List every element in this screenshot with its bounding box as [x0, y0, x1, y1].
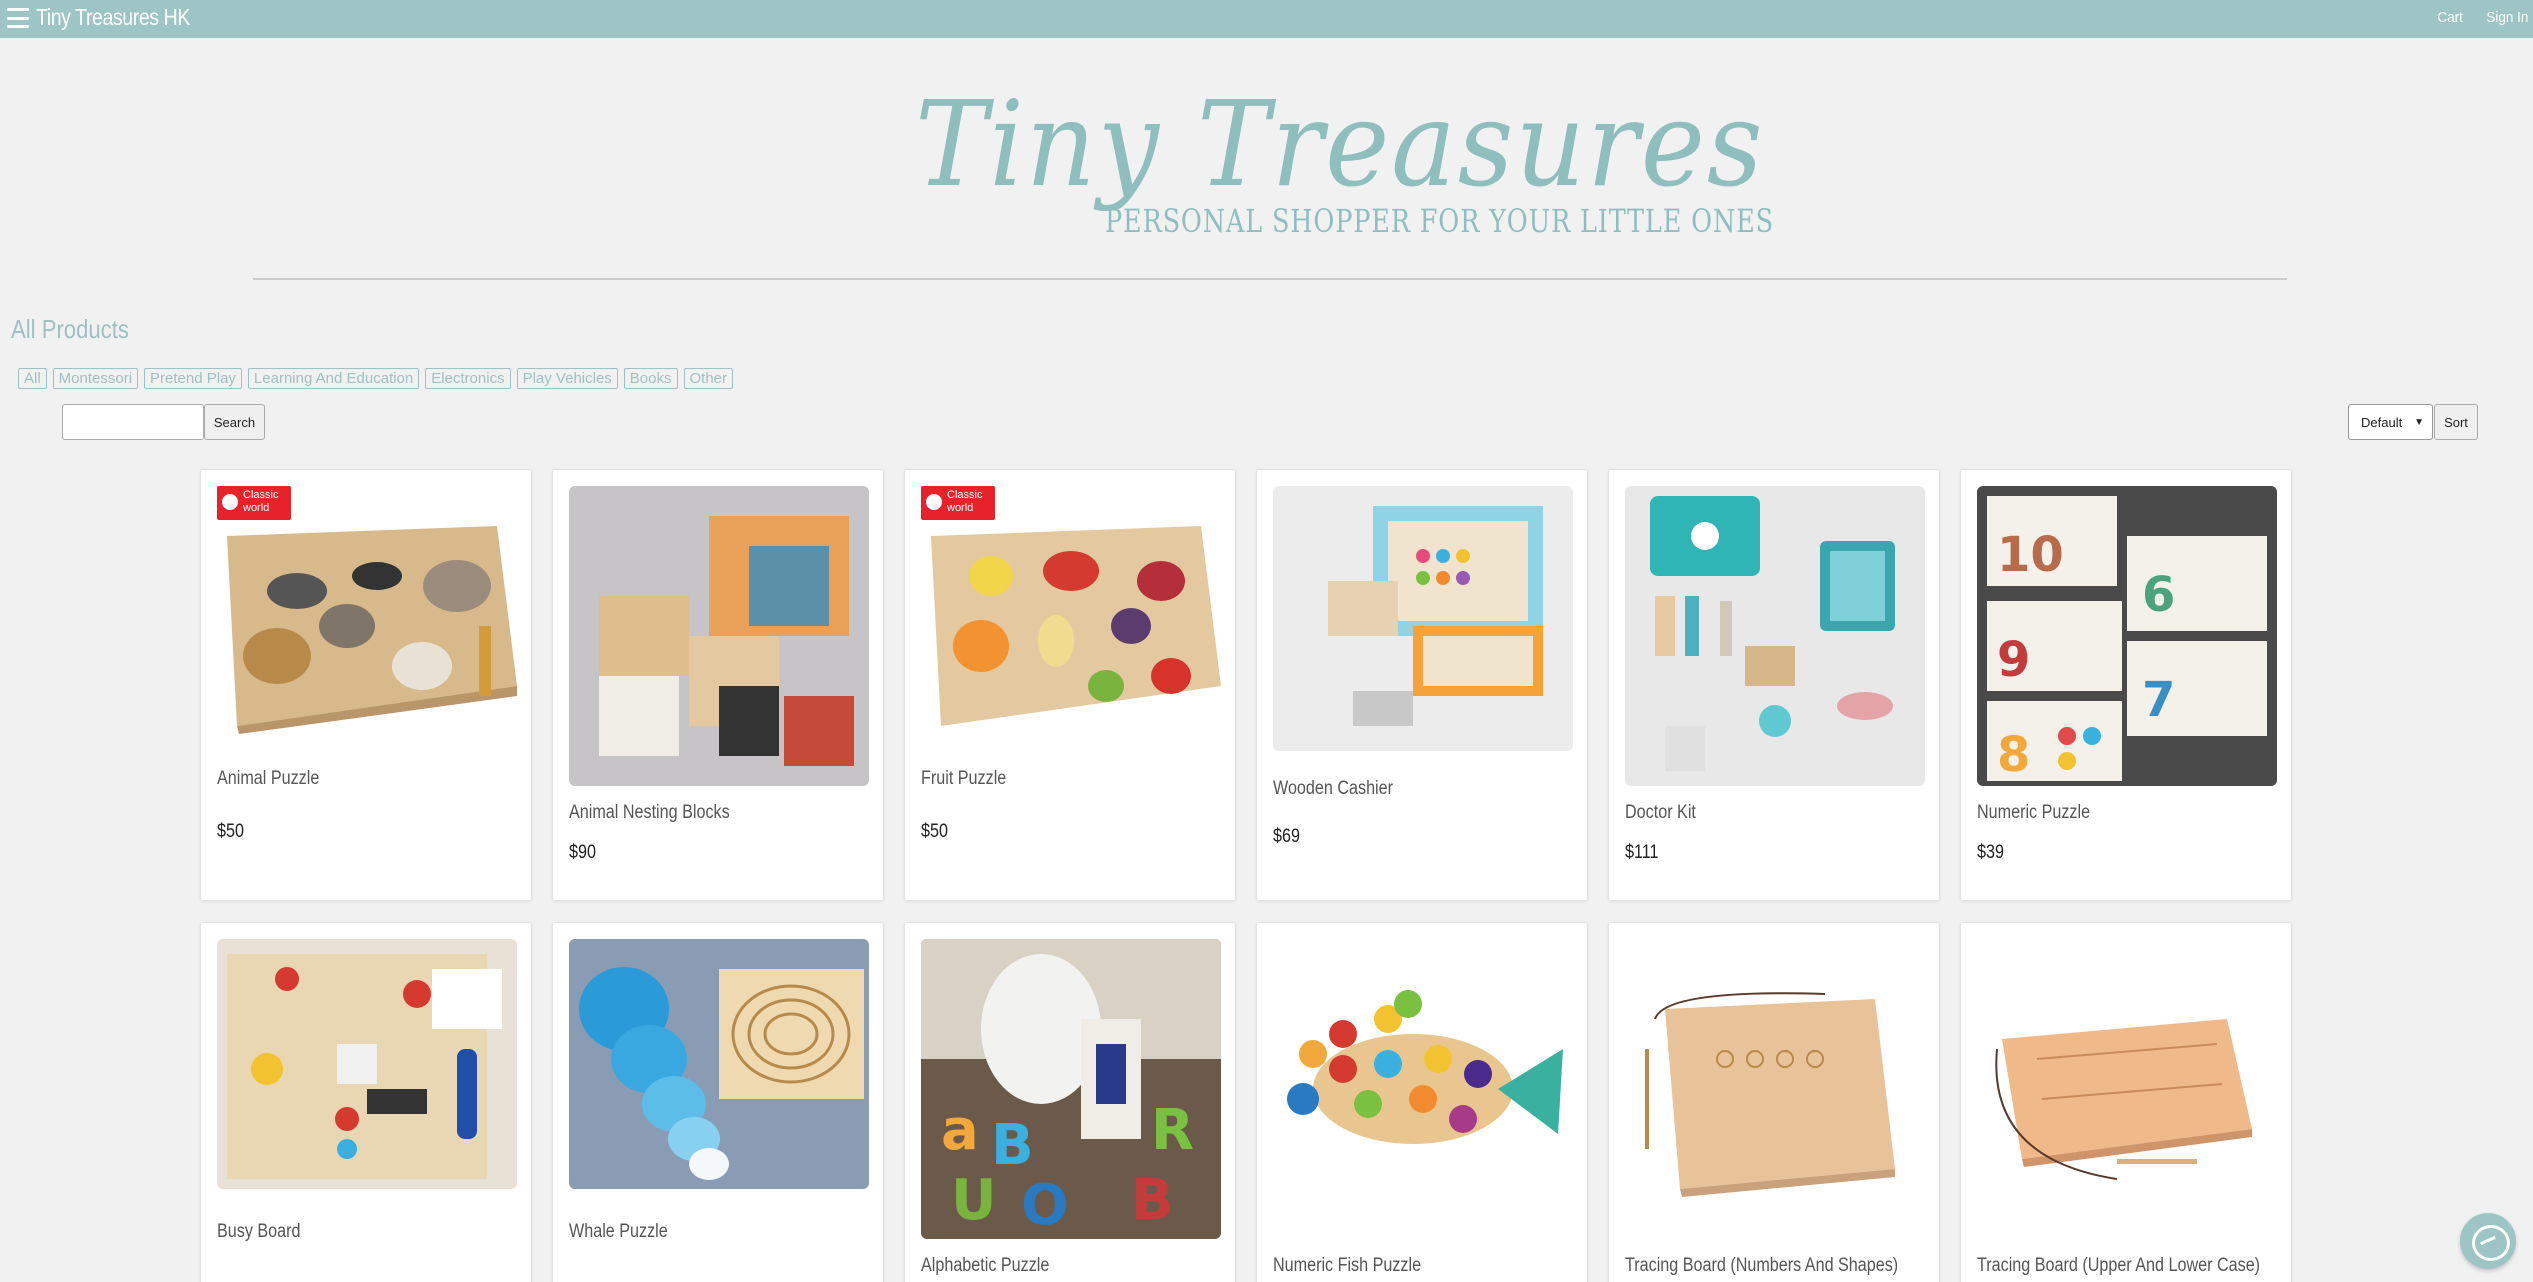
doctor-kit-image — [1625, 486, 1925, 786]
product-card[interactable]: Classic world Animal Puzzle $50 — [200, 469, 532, 901]
product-card[interactable]: Whale Puzzle — [552, 922, 884, 1282]
hero-divider — [253, 278, 2287, 280]
hero-banner: Tiny Treasures Personal Shopper For Your… — [0, 60, 2533, 260]
whale-puzzle-image — [569, 939, 869, 1189]
wooden-cashier-image — [1273, 486, 1573, 751]
animal-puzzle-image — [217, 486, 517, 736]
product-card[interactable]: 10 6 9 7 8 Numeric Puzzle $39 — [1960, 469, 2292, 901]
product-card[interactable]: Animal Nesting Blocks $90 — [552, 469, 884, 901]
brand-badge: Classic world — [217, 486, 291, 520]
product-name: Tracing Board (Upper And Lower Case) — [1977, 1255, 2261, 1276]
sort-selected-value: Default — [2361, 414, 2403, 430]
product-card[interactable]: Busy Board — [200, 922, 532, 1282]
hero-tagline: Personal Shopper For Your Little Ones — [1105, 202, 1774, 240]
filter-electronics[interactable]: Electronics — [425, 368, 511, 389]
svg-text:9: 9 — [1997, 632, 2030, 688]
sort-select[interactable]: Default ▼ — [2348, 404, 2433, 440]
sign-in-link[interactable]: Sign In — [2487, 9, 2529, 26]
chevron-down-icon: ▼ — [2414, 417, 2424, 428]
messenger-chat-icon[interactable] — [2460, 1213, 2516, 1269]
product-card[interactable]: Numeric Fish Puzzle — [1256, 922, 1588, 1282]
sort-button[interactable]: Sort — [2434, 404, 2478, 440]
filter-play-vehicles[interactable]: Play Vehicles — [516, 368, 618, 389]
product-card[interactable]: Doctor Kit $111 — [1608, 469, 1940, 901]
top-navbar: Tiny Treasures HK Cart Sign In — [0, 0, 2533, 38]
tracing-board-numbers-image — [1625, 939, 1925, 1239]
filter-books[interactable]: Books — [623, 368, 678, 389]
product-name: Tracing Board (Numbers And Shapes) — [1625, 1255, 1899, 1276]
product-name: Busy Board — [217, 1221, 301, 1242]
filter-learning-and-education[interactable]: Learning And Education — [247, 368, 420, 389]
product-name: Wooden Cashier — [1273, 778, 1394, 799]
search-button[interactable]: Search — [204, 404, 265, 440]
product-card[interactable]: Tracing Board (Numbers And Shapes) — [1608, 922, 1940, 1282]
svg-text:B: B — [991, 1113, 1034, 1178]
tracing-board-letters-image — [1977, 939, 2277, 1239]
svg-text:6: 6 — [2142, 567, 2175, 623]
category-filters: All Montessori Pretend Play Learning And… — [18, 368, 734, 389]
product-name: Fruit Puzzle — [921, 768, 1007, 789]
busy-board-image — [217, 939, 517, 1189]
hamburger-menu-icon[interactable] — [7, 8, 29, 28]
numeric-puzzle-image: 10 6 9 7 8 — [1977, 486, 2277, 786]
product-name: Doctor Kit — [1625, 802, 1696, 823]
numeric-fish-puzzle-image — [1273, 939, 1573, 1239]
svg-text:a: a — [941, 1098, 979, 1163]
svg-text:B: B — [1131, 1168, 1174, 1233]
product-price: $39 — [1977, 842, 2004, 863]
search-input[interactable] — [62, 404, 204, 440]
product-card[interactable]: Wooden Cashier $69 — [1256, 469, 1588, 901]
svg-text:10: 10 — [1997, 527, 2064, 583]
svg-text:U: U — [951, 1168, 996, 1233]
alphabetic-puzzle-image: a B U O B R — [921, 939, 1221, 1239]
cart-link[interactable]: Cart — [2437, 9, 2463, 26]
product-card[interactable]: a B U O B R Alphabetic Puzzle — [904, 922, 1236, 1282]
fruit-puzzle-image — [921, 486, 1221, 736]
product-price: $90 — [569, 842, 596, 863]
filter-other[interactable]: Other — [683, 368, 734, 389]
section-title: All Products — [11, 314, 129, 344]
product-price: $50 — [921, 821, 948, 842]
product-card[interactable]: Classic world Fruit Puzzle $50 — [904, 469, 1236, 901]
svg-text:7: 7 — [2142, 672, 2175, 728]
product-price: $111 — [1625, 842, 1659, 863]
product-name: Whale Puzzle — [569, 1221, 668, 1242]
product-name: Alphabetic Puzzle — [921, 1255, 1050, 1276]
product-name: Numeric Fish Puzzle — [1273, 1255, 1422, 1276]
product-card[interactable]: Tracing Board (Upper And Lower Case) — [1960, 922, 2292, 1282]
product-price: $69 — [1273, 826, 1300, 847]
animal-nesting-blocks-image — [569, 486, 869, 786]
product-name: Animal Nesting Blocks — [569, 802, 730, 823]
hero-logo-title: Tiny Treasures — [915, 75, 1765, 213]
brand-link[interactable]: Tiny Treasures HK — [36, 4, 190, 31]
svg-text:R: R — [1151, 1098, 1194, 1163]
filter-all[interactable]: All — [18, 368, 47, 389]
nav-right: Cart Sign In — [2436, 9, 2533, 26]
product-name: Numeric Puzzle — [1977, 802, 2091, 823]
product-name: Animal Puzzle — [217, 768, 320, 789]
brand-badge: Classic world — [921, 486, 995, 520]
svg-text:8: 8 — [1997, 727, 2030, 783]
filter-pretend-play[interactable]: Pretend Play — [144, 368, 242, 389]
filter-montessori[interactable]: Montessori — [52, 368, 139, 389]
product-price: $50 — [217, 821, 244, 842]
svg-text:O: O — [1021, 1173, 1069, 1238]
